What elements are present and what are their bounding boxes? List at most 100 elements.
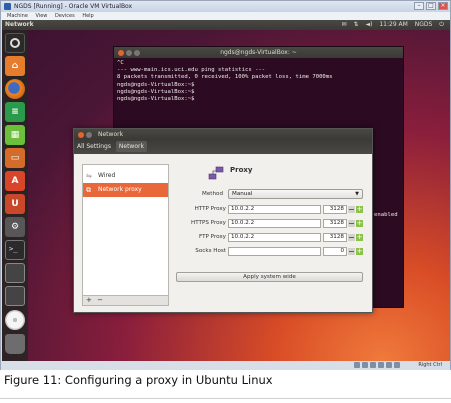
socks-host-label: Socks Host (195, 248, 226, 254)
list-controls: + − (82, 296, 169, 306)
socks-port-field[interactable]: 0 (323, 247, 347, 256)
menu-devices[interactable]: Devices (55, 13, 75, 19)
http-port-decrement[interactable] (348, 206, 355, 213)
menu-help[interactable]: Help (82, 13, 93, 19)
figure-caption: Figure 11: Configuring a proxy in Ubuntu… (4, 373, 273, 387)
unity-launcher: ⌂ ≡ ▦ ▭ A U ⚙ (2, 30, 28, 361)
virtualbox-menubar: Machine View Devices Help (1, 12, 450, 20)
terminal-icon[interactable] (5, 240, 25, 260)
mouse-integration-icon[interactable] (394, 362, 400, 368)
breadcrumb-network[interactable]: Network (115, 141, 147, 152)
sidebar-item-label: Network proxy (98, 186, 142, 193)
shared-folder-status-icon[interactable] (386, 362, 392, 368)
ftp-port-increment[interactable]: + (356, 234, 363, 241)
mail-icon[interactable]: ✉ (342, 21, 347, 28)
ftp-proxy-field[interactable]: 10.0.2.2 (228, 233, 321, 242)
workspace-switcher-icon[interactable] (5, 263, 25, 283)
network-close-button[interactable] (78, 132, 84, 138)
network-icon[interactable]: ⇅ (354, 21, 359, 28)
ftp-port-decrement[interactable] (348, 234, 355, 241)
dash-home-icon[interactable] (5, 33, 25, 53)
network-titlebar: Network (74, 129, 372, 140)
close-button[interactable]: × (438, 2, 448, 10)
host-key-label: Right Ctrl (418, 362, 442, 368)
terminal-line: ngds@ngds-VirtualBox:~$ (117, 96, 195, 103)
breadcrumb: All Settings Network (74, 140, 372, 154)
chevron-down-icon: ▼ (355, 191, 359, 197)
add-connection-button[interactable]: + (86, 296, 92, 304)
ftp-port-field[interactable]: 3128 (323, 233, 347, 242)
virtualbox-window: NGDS [Running] - Oracle VM VirtualBox – … (0, 0, 451, 370)
panel-clock[interactable]: 11:29 AM (379, 21, 407, 28)
terminal-line: 8 packets transmitted, 0 received, 100% … (117, 74, 333, 81)
sidebar-item-label: Wired (98, 172, 116, 179)
volume-icon[interactable]: ◄) (365, 21, 372, 28)
http-proxy-field[interactable]: 10.0.2.2 (228, 205, 321, 214)
virtualbox-app-icon (4, 3, 11, 10)
libreoffice-writer-icon[interactable]: ≡ (5, 102, 25, 122)
optical-disc-icon[interactable] (5, 310, 25, 330)
sidebar-item-wired[interactable]: ⇋ Wired (83, 169, 168, 183)
trash-icon[interactable] (5, 334, 25, 354)
ftp-proxy-label: FTP Proxy (198, 234, 226, 240)
https-proxy-field[interactable]: 10.0.2.2 (228, 219, 321, 228)
cd-status-icon[interactable] (362, 362, 368, 368)
terminal-maximize-button[interactable] (134, 50, 140, 56)
divider (0, 398, 451, 399)
connection-list: ⇋ Wired ⧉ Network proxy (82, 164, 169, 296)
terminal-line: ^C (117, 60, 124, 66)
socks-host-field[interactable] (228, 247, 321, 256)
menu-view[interactable]: View (36, 13, 48, 19)
panel-user[interactable]: NGDS (415, 21, 433, 28)
panel-app-title: Network (5, 21, 34, 28)
terminal-titlebar: ngds@ngds-VirtualBox: ~ (114, 47, 403, 58)
panel-indicators: ✉ ⇅ ◄) 11:29 AM NGDS ⏻ (337, 20, 444, 30)
software-center-icon[interactable]: A (5, 171, 25, 191)
terminal-line: ngds@ngds-VirtualBox:~$ (117, 88, 195, 95)
files-icon[interactable]: ⌂ (5, 56, 25, 76)
method-label: Method (202, 191, 223, 197)
pane-title: Proxy (230, 166, 253, 174)
socks-port-increment[interactable]: + (356, 248, 363, 255)
proxy-icon (208, 166, 224, 180)
sidebar-item-network-proxy[interactable]: ⧉ Network proxy (83, 183, 168, 197)
workspace-icon[interactable] (5, 286, 25, 306)
breadcrumb-all-settings[interactable]: All Settings (74, 141, 114, 152)
http-port-field[interactable]: 3128 (323, 205, 347, 214)
terminal-line: --- www-main.ics.uci.edu ping statistics… (117, 67, 266, 74)
system-settings-icon[interactable]: ⚙ (5, 217, 25, 237)
guest-screen[interactable]: Network ✉ ⇅ ◄) 11:29 AM NGDS ⏻ ⌂ ≡ ▦ ▭ A… (2, 20, 450, 361)
terminal-minimize-button[interactable] (126, 50, 132, 56)
power-icon[interactable]: ⏻ (439, 21, 444, 28)
method-dropdown[interactable]: Manual ▼ (228, 189, 363, 199)
https-port-decrement[interactable] (348, 220, 355, 227)
virtualbox-title: NGDS [Running] - Oracle VM VirtualBox (14, 3, 133, 10)
usb-status-icon[interactable] (370, 362, 376, 368)
maximize-button[interactable]: □ (426, 2, 436, 10)
terminal-title: ngds@ngds-VirtualBox: ~ (220, 49, 297, 56)
https-port-increment[interactable]: + (356, 220, 363, 227)
menu-machine[interactable]: Machine (7, 13, 28, 19)
proxy-icon: ⧉ (86, 186, 91, 194)
method-value: Manual (232, 191, 253, 197)
network-status-icon[interactable] (378, 362, 384, 368)
terminal-close-button[interactable] (118, 50, 124, 56)
apply-system-wide-button[interactable]: Apply system wide (176, 272, 363, 282)
ubuntu-one-icon[interactable]: U (5, 194, 25, 214)
socks-port-decrement[interactable] (348, 248, 355, 255)
libreoffice-calc-icon[interactable]: ▦ (5, 125, 25, 145)
ubuntu-top-panel: Network ✉ ⇅ ◄) 11:29 AM NGDS ⏻ (2, 20, 450, 30)
firefox-icon[interactable] (5, 79, 25, 99)
terminal-line: ngds@ngds-VirtualBox:~$ (117, 81, 195, 88)
remove-connection-button[interactable]: − (97, 296, 103, 304)
virtualbox-statusbar: Right Ctrl (1, 361, 450, 370)
hdd-status-icon[interactable] (354, 362, 360, 368)
http-port-increment[interactable]: + (356, 206, 363, 213)
terminal-partial-text: enabled (374, 212, 398, 218)
https-port-field[interactable]: 3128 (323, 219, 347, 228)
network-window-title: Network (98, 131, 124, 138)
libreoffice-impress-icon[interactable]: ▭ (5, 148, 25, 168)
http-proxy-label: HTTP Proxy (194, 206, 226, 212)
network-minimize-button[interactable] (86, 132, 92, 138)
minimize-button[interactable]: – (414, 2, 424, 10)
